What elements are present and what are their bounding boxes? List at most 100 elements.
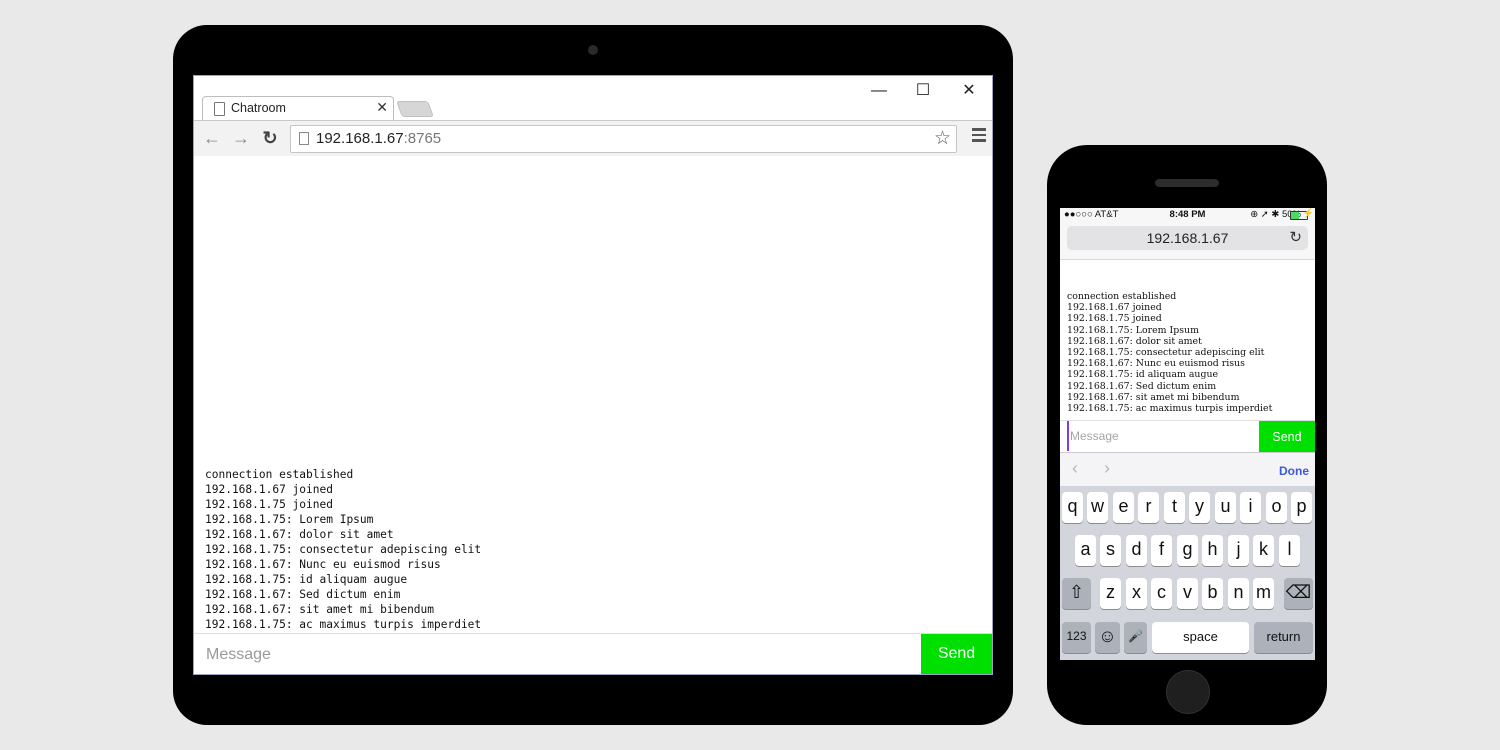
chat-message: 192.168.1.67: Nunc eu euismod risus xyxy=(1067,358,1245,370)
mobile-url: 192.168.1.67 xyxy=(1146,230,1229,246)
browser-toolbar: ← → ↻ 192.168.1.67:8765 ☆ xyxy=(194,120,992,158)
chat-message: 192.168.1.75: Lorem Ipsum xyxy=(205,513,374,526)
message-composer: Send xyxy=(194,633,992,674)
browser-titlebar: Chatroom ✕ — ☐ ✕ xyxy=(194,76,992,121)
key-t[interactable]: t xyxy=(1164,492,1185,523)
chat-message: 192.168.1.75: consectetur adepiscing eli… xyxy=(1067,347,1265,359)
address-text: 192.168.1.67:8765 xyxy=(316,130,441,147)
mobile-message-input[interactable] xyxy=(1067,421,1258,451)
numbers-key[interactable]: 123 xyxy=(1062,622,1091,653)
key-f[interactable]: f xyxy=(1151,535,1172,566)
chat-message: 192.168.1.67 joined xyxy=(205,483,333,496)
address-host: 192.168.1.67 xyxy=(316,130,404,147)
mobile-send-button[interactable]: Send xyxy=(1259,421,1315,452)
chat-message: 192.168.1.75: ac maximus turpis imperdie… xyxy=(205,618,482,631)
key-s[interactable]: s xyxy=(1100,535,1121,566)
key-o[interactable]: o xyxy=(1266,492,1287,523)
tablet-camera xyxy=(588,45,598,55)
key-i[interactable]: i xyxy=(1240,492,1261,523)
key-l[interactable]: l xyxy=(1279,535,1300,566)
chat-message: connection established xyxy=(205,468,354,481)
key-v[interactable]: v xyxy=(1177,578,1198,609)
chat-message: 192.168.1.67: sit amet mi bibendum xyxy=(1067,391,1240,403)
chat-message: 192.168.1.75 joined xyxy=(1067,313,1162,325)
message-input[interactable] xyxy=(204,642,908,668)
tab-title: Chatroom xyxy=(231,101,286,115)
chat-message: 192.168.1.67: dolor sit amet xyxy=(1067,335,1202,347)
phone-device: ●●○○○ AT&T 8:48 PM ⊕ ➚ ✱ 50% ⚡ 192.168.1… xyxy=(1047,145,1327,725)
chat-message: 192.168.1.75: consectetur adepiscing eli… xyxy=(205,543,482,556)
bookmark-star-icon[interactable]: ☆ xyxy=(934,127,951,150)
chat-message: 192.168.1.67: Sed dictum enim xyxy=(205,588,401,601)
phone-speaker xyxy=(1155,179,1219,187)
address-bar[interactable]: 192.168.1.67:8765 ☆ xyxy=(290,125,957,153)
key-x[interactable]: x xyxy=(1126,578,1147,609)
previous-field-icon[interactable]: ‹ xyxy=(1072,458,1078,479)
emoji-key-icon[interactable]: ☺ xyxy=(1095,622,1120,653)
shift-key[interactable]: ⇧ xyxy=(1062,578,1091,609)
chat-message: 192.168.1.75: id aliquam augue xyxy=(1067,369,1219,381)
menu-icon[interactable] xyxy=(972,128,986,144)
chat-message: 192.168.1.67: sit amet mi bibendum xyxy=(205,603,435,616)
page-icon xyxy=(214,102,225,116)
key-y[interactable]: y xyxy=(1189,492,1210,523)
new-tab-button[interactable] xyxy=(396,101,434,117)
keyboard-accessory-bar: ‹ › Done xyxy=(1060,452,1315,487)
page-content: connection established 192.168.1.67 join… xyxy=(194,156,992,634)
mobile-chat-log: connection established 192.168.1.67 join… xyxy=(1067,291,1272,414)
maximize-button[interactable]: ☐ xyxy=(908,80,938,102)
mobile-address-bar[interactable]: 192.168.1.67 ↻ xyxy=(1067,226,1308,250)
onscreen-keyboard: q w e r t y u i o p a s d f g h j k l ⇧ … xyxy=(1060,486,1315,660)
key-r[interactable]: r xyxy=(1138,492,1159,523)
space-key[interactable]: space xyxy=(1152,622,1249,653)
close-tab-icon[interactable]: ✕ xyxy=(376,99,388,116)
key-c[interactable]: c xyxy=(1151,578,1172,609)
key-w[interactable]: w xyxy=(1087,492,1108,523)
charging-icon: ⚡ xyxy=(1302,208,1314,218)
send-button[interactable]: Send xyxy=(921,634,992,674)
key-n[interactable]: n xyxy=(1228,578,1249,609)
key-z[interactable]: z xyxy=(1100,578,1121,609)
done-button[interactable]: Done xyxy=(1279,464,1309,478)
phone-screen: ●●○○○ AT&T 8:48 PM ⊕ ➚ ✱ 50% ⚡ 192.168.1… xyxy=(1060,208,1315,660)
chat-message: 192.168.1.67 joined xyxy=(1067,302,1162,314)
tab-chatroom[interactable]: Chatroom ✕ xyxy=(202,96,394,121)
key-j[interactable]: j xyxy=(1228,535,1249,566)
status-bar: ●●○○○ AT&T 8:48 PM ⊕ ➚ ✱ 50% ⚡ xyxy=(1060,208,1315,222)
key-g[interactable]: g xyxy=(1177,535,1198,566)
key-p[interactable]: p xyxy=(1291,492,1312,523)
chat-message: 192.168.1.75: Lorem Ipsum xyxy=(1067,324,1199,336)
key-u[interactable]: u xyxy=(1215,492,1236,523)
chat-message: 192.168.1.67: Nunc eu euismod risus xyxy=(205,558,441,571)
mobile-message-composer: Send xyxy=(1060,420,1315,453)
key-a[interactable]: a xyxy=(1075,535,1096,566)
key-m[interactable]: m xyxy=(1253,578,1274,609)
reload-icon[interactable]: ↻ xyxy=(1289,228,1302,246)
home-button[interactable] xyxy=(1166,670,1210,714)
page-icon xyxy=(299,132,309,145)
key-h[interactable]: h xyxy=(1202,535,1223,566)
backspace-key[interactable]: ⌫ xyxy=(1284,578,1313,609)
key-k[interactable]: k xyxy=(1253,535,1274,566)
minimize-button[interactable]: — xyxy=(864,80,894,102)
reload-icon[interactable]: ↻ xyxy=(259,127,281,149)
close-window-button[interactable]: ✕ xyxy=(954,80,984,102)
key-q[interactable]: q xyxy=(1062,492,1083,523)
chat-log: connection established 192.168.1.67 join… xyxy=(205,467,481,632)
key-d[interactable]: d xyxy=(1126,535,1147,566)
key-e[interactable]: e xyxy=(1113,492,1134,523)
chat-message: connection established xyxy=(1067,291,1177,302)
chat-message: 192.168.1.67: Sed dictum enim xyxy=(1067,380,1217,392)
chat-message: 192.168.1.75 joined xyxy=(205,498,333,511)
return-key[interactable]: return xyxy=(1254,622,1313,653)
chat-message: 192.168.1.67: dolor sit amet xyxy=(205,528,394,541)
mobile-address-area: 192.168.1.67 ↻ xyxy=(1060,222,1315,260)
chat-message: 192.168.1.75: ac maximus turpis imperdie… xyxy=(1067,403,1273,415)
tablet-device: Chatroom ✕ — ☐ ✕ ← → ↻ 192.168.1.67:8765… xyxy=(173,25,1013,725)
key-b[interactable]: b xyxy=(1202,578,1223,609)
back-arrow-icon[interactable]: ← xyxy=(201,127,223,149)
microphone-key-icon[interactable]: 🎤 xyxy=(1124,622,1147,653)
browser-window: Chatroom ✕ — ☐ ✕ ← → ↻ 192.168.1.67:8765… xyxy=(193,75,993,675)
forward-arrow-icon[interactable]: → xyxy=(230,127,252,149)
next-field-icon[interactable]: › xyxy=(1104,458,1110,479)
